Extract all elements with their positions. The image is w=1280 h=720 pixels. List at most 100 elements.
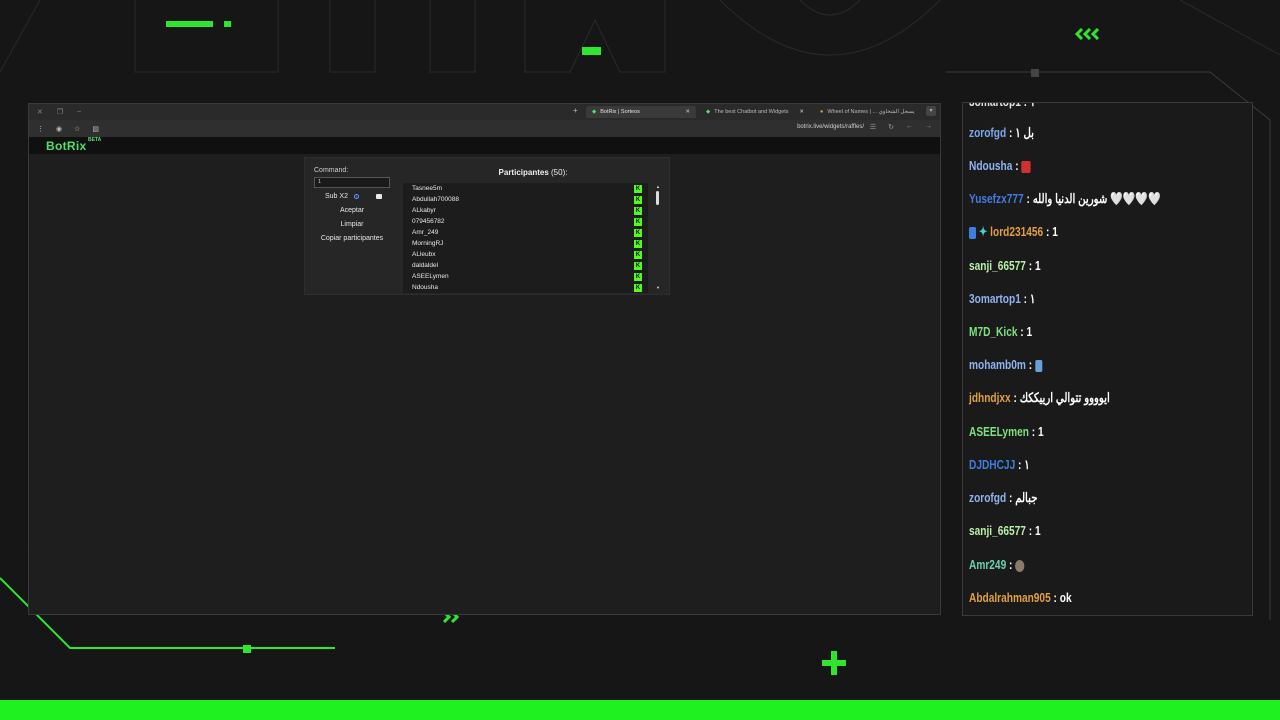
chat-username[interactable]: sanji_66577 bbox=[969, 258, 1026, 273]
chat-username[interactable]: jdhndjxx bbox=[969, 390, 1011, 405]
new-tab-button[interactable]: + bbox=[573, 106, 578, 115]
chat-username[interactable]: Amr249 bbox=[969, 557, 1006, 572]
accent-dash bbox=[166, 21, 213, 27]
chat-message: zorofgd : بل ١ bbox=[969, 125, 1034, 141]
scroll-thumb[interactable] bbox=[656, 191, 659, 205]
reload-icon[interactable]: ↻ bbox=[888, 123, 894, 131]
kick-icon: K bbox=[634, 218, 642, 226]
forward-icon[interactable]: ← bbox=[906, 123, 913, 131]
accept-button[interactable]: Aceptar bbox=[314, 207, 390, 214]
extensions-icon[interactable]: ▧ bbox=[92, 125, 99, 133]
site-settings-icon[interactable]: ☰ bbox=[870, 123, 876, 131]
tab-close-icon[interactable]: ✕ bbox=[685, 109, 690, 115]
chat-username[interactable]: ASEELymen bbox=[969, 424, 1029, 439]
browser-window: ✕ ❐ – + ◆ BotRix | Sorteos ✕ ◆ The best … bbox=[28, 103, 941, 615]
botrix-logo[interactable]: BotRix bbox=[46, 139, 86, 153]
back-icon[interactable]: → bbox=[925, 123, 932, 131]
participant-name: Ndousha bbox=[412, 284, 439, 291]
chat-text: ١ bbox=[1029, 291, 1036, 306]
tab-favicon-icon: ◆ bbox=[706, 109, 711, 115]
chat-message: jdhndjxx : ايوووو تتوالي ارييككك bbox=[969, 390, 1110, 406]
tab-wheel-of-names[interactable]: ● Wheel of Names | ... يسجل الشخاوي bbox=[814, 106, 924, 118]
chat-message: ✦ lord231456 : 1 bbox=[969, 224, 1058, 240]
chat-text: ok bbox=[1059, 590, 1072, 605]
list-item: Amr_249 K bbox=[403, 227, 648, 238]
sub-x2-checkbox[interactable] bbox=[376, 194, 382, 199]
chat-separator: : bbox=[1008, 490, 1013, 505]
chat-username[interactable]: 3omartop1 bbox=[969, 291, 1021, 306]
participant-name: Amr_249 bbox=[412, 229, 439, 236]
clear-button[interactable]: Limpiar bbox=[314, 221, 390, 228]
tab-list-chevron-icon[interactable]: ▾ bbox=[926, 106, 936, 116]
participants-title: Participantes (50): bbox=[403, 168, 663, 177]
chat-message: zorofgd : جبالم bbox=[969, 490, 1037, 506]
tab-botrix-sorteos[interactable]: ◆ BotRix | Sorteos ✕ bbox=[586, 106, 696, 118]
menu-icon[interactable]: ⋮ bbox=[37, 125, 44, 133]
star-icon[interactable]: ☆ bbox=[74, 125, 80, 133]
beta-badge: BETA bbox=[88, 137, 102, 143]
participants-count: (50): bbox=[551, 168, 568, 177]
copy-participants-button[interactable]: Copiar participantes bbox=[314, 235, 390, 242]
list-item: ALleubx K bbox=[403, 249, 648, 260]
raffle-widget: Command: 1 Sub X2 i Aceptar Limpiar Copi… bbox=[304, 157, 670, 295]
profile-icon[interactable]: ◉ bbox=[56, 125, 62, 133]
chat-separator: : bbox=[1053, 590, 1057, 605]
chat-username[interactable]: lord231456 bbox=[990, 224, 1043, 239]
participant-name: Tasnee5m bbox=[412, 185, 442, 192]
chat-text: ايوووو تتوالي ارييككك bbox=[1019, 390, 1110, 405]
chat-separator: : bbox=[1018, 457, 1022, 472]
kick-icon: K bbox=[634, 251, 642, 259]
chat-username[interactable]: M7D_Kick bbox=[969, 324, 1017, 339]
kick-icon: K bbox=[634, 185, 642, 193]
list-item: Ndousha K bbox=[403, 282, 648, 293]
chat-username[interactable]: Yusefzx777 bbox=[969, 191, 1024, 206]
chat-separator: : bbox=[1031, 424, 1036, 439]
scroll-up-icon[interactable]: ▲ bbox=[656, 184, 660, 189]
chat-text: ١ bbox=[1024, 457, 1030, 472]
accent-square bbox=[1031, 69, 1039, 77]
minimize-icon[interactable]: – bbox=[77, 108, 81, 116]
participant-name: Abdullah700088 bbox=[412, 196, 459, 203]
restore-icon[interactable]: ❐ bbox=[57, 108, 63, 116]
chat-message: Yusefzx777 : شورين الدنيا والله 🤍🤍🤍🤍 bbox=[969, 191, 1161, 207]
chat-username[interactable]: DJDHCJJ bbox=[969, 457, 1015, 472]
chat-username[interactable]: sanji_66577 bbox=[969, 523, 1026, 538]
participants-list[interactable]: Tasnee5m K Abdullah700088 K ALkabyr K 07945… bbox=[403, 183, 648, 293]
chat-username[interactable]: 3omartop1 bbox=[969, 103, 1021, 109]
chat-separator: : bbox=[1028, 258, 1033, 273]
chat-username[interactable]: zorofgd bbox=[969, 125, 1006, 140]
info-icon[interactable]: i bbox=[354, 194, 359, 199]
chat-username[interactable]: Abdalrahman905 bbox=[969, 590, 1051, 605]
kick-icon: K bbox=[634, 262, 642, 270]
participants-title-text: Participantes bbox=[498, 168, 549, 177]
chat-separator: : bbox=[1026, 191, 1030, 206]
kick-icon: K bbox=[634, 207, 642, 215]
chat-message: 3omartop1 : ١ bbox=[969, 291, 1035, 307]
tab-favicon-icon: ● bbox=[820, 109, 824, 115]
chat-separator: : bbox=[1015, 158, 1019, 173]
chat-username[interactable]: mohamb0m bbox=[969, 357, 1026, 372]
participant-name: daldaldel bbox=[412, 262, 439, 269]
url-field[interactable]: botrix.live/widgets/raffles/ bbox=[797, 124, 864, 130]
face-emote-icon bbox=[1015, 559, 1025, 572]
scroll-down-icon[interactable]: ▼ bbox=[656, 285, 660, 290]
chat-separator: : bbox=[1046, 224, 1050, 239]
chat-message: Abdalrahman905 : ok bbox=[969, 590, 1072, 605]
participant-name: MorningRJ bbox=[412, 240, 444, 247]
tab-close-icon[interactable]: ✕ bbox=[799, 109, 804, 115]
accent-square bbox=[243, 645, 251, 653]
chat-message: Ndousha : bbox=[969, 158, 1031, 173]
chat-separator: : bbox=[1023, 291, 1028, 306]
chat-text: بل ١ bbox=[1015, 125, 1034, 140]
participants-scrollbar[interactable]: ▲ ▼ bbox=[655, 183, 661, 293]
chat-username[interactable]: Ndousha bbox=[969, 158, 1012, 173]
close-icon[interactable]: ✕ bbox=[37, 108, 43, 116]
tab-label: BotRix | Sorteos bbox=[600, 109, 640, 115]
figure-emote-icon bbox=[1034, 359, 1042, 372]
chat-text: 1 bbox=[1037, 424, 1044, 439]
chat-username[interactable]: zorofgd bbox=[969, 490, 1006, 505]
tab-botrix-chatbot[interactable]: ◆ The best Chatbot and Widgets ✕ bbox=[700, 106, 810, 118]
command-input[interactable]: 1 bbox=[314, 177, 390, 188]
window-controls: ✕ ❐ – bbox=[29, 108, 81, 116]
chat-text: جبالم bbox=[1015, 490, 1038, 505]
